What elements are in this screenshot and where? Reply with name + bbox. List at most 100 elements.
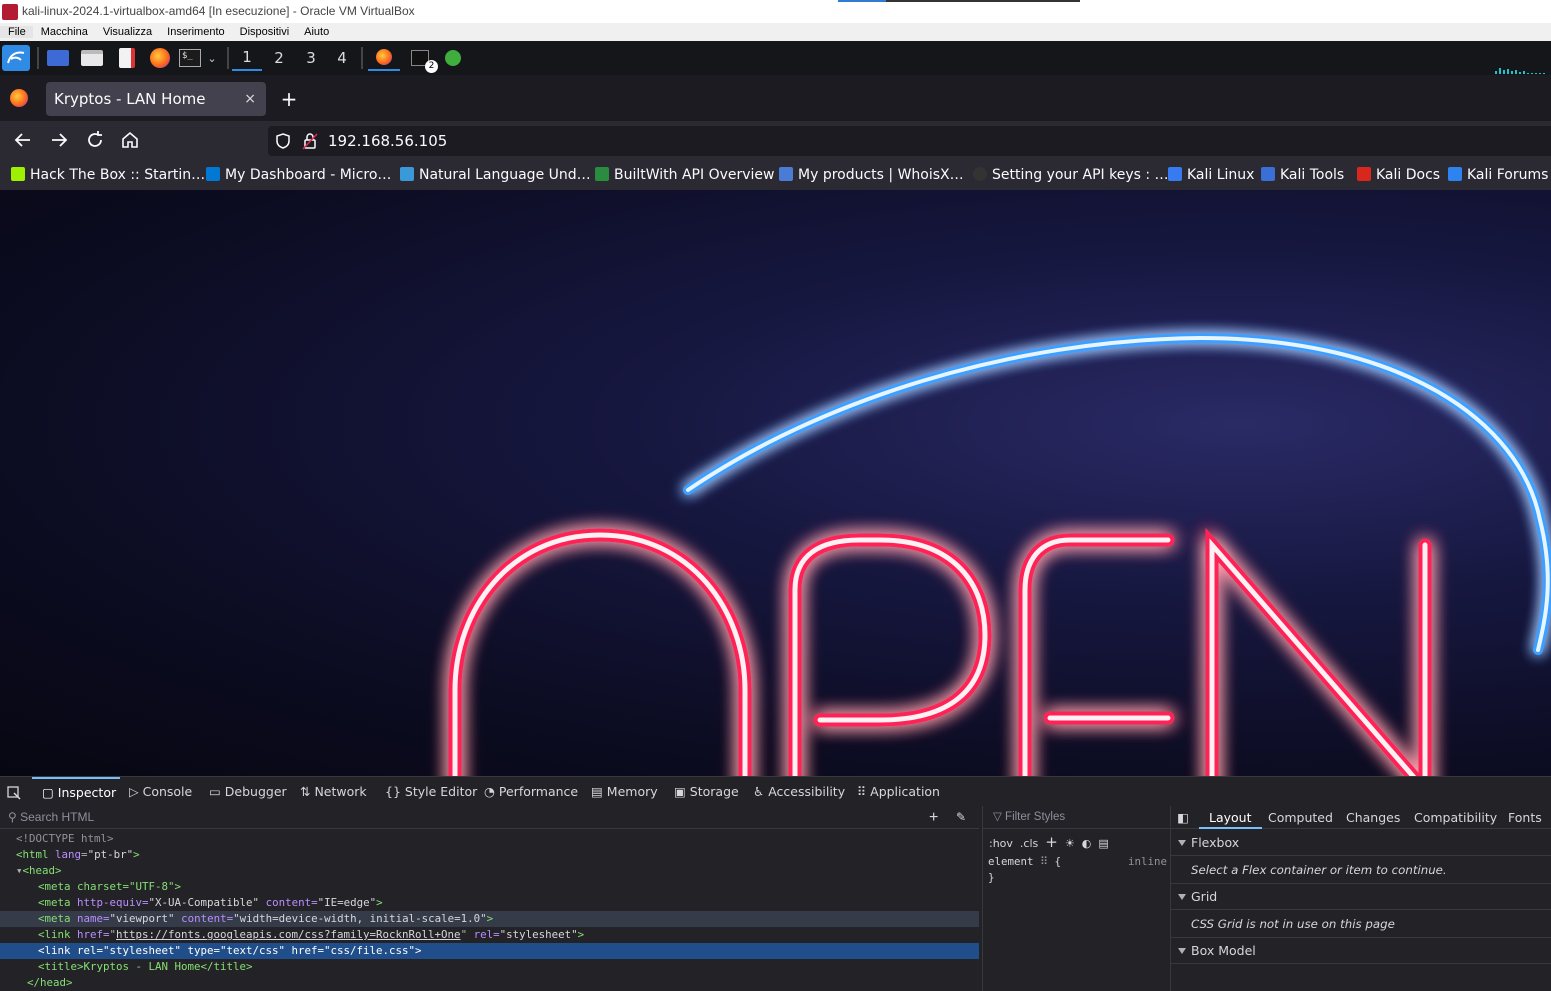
home-icon [122,131,138,148]
forward-button[interactable] [48,129,70,151]
bookmark-api-keys[interactable]: Setting your API keys : … [973,161,1169,190]
tab-debugger[interactable]: ▭ Debugger [209,777,287,807]
terminal-launcher-icon[interactable]: $_ [178,45,202,71]
new-tab-button[interactable]: + [279,85,299,113]
window-title-bar: kali-linux-2024.1-virtualbox-amd64 [In e… [0,0,1551,23]
source-line-meta-charset[interactable]: <meta charset="UTF-8"> [0,879,979,895]
source-line-html[interactable]: <html lang="pt-br"> [0,847,979,863]
source-line-link-fonts[interactable]: <link href="https://fonts.googleapis.com… [0,927,979,943]
tab-performance[interactable]: ◔ Performance [484,777,578,807]
rule-source: inline [1128,855,1168,868]
eyedropper-icon[interactable]: ✎ [956,806,966,829]
search-icon: ⚲ [8,810,21,824]
tab-accessibility[interactable]: ♿ Accessibility [753,777,845,807]
tab-style-editor[interactable]: {} Style Editor [385,777,477,807]
tab-changes[interactable]: Changes [1346,806,1400,829]
search-html-input[interactable]: Search HTML [20,810,94,824]
source-line-head[interactable]: ▾<head> [0,863,979,879]
light-theme-icon[interactable]: ☀ [1065,837,1075,850]
add-node-button[interactable]: + [929,806,938,829]
tab-fonts[interactable]: Fonts [1508,806,1542,829]
menu-aiuto[interactable]: Aiuto [296,26,336,38]
element-grip-icon: ⠿ [1040,855,1048,868]
kali-docs-icon [1357,167,1371,181]
firefox-view-icon[interactable] [10,89,28,107]
tab-compatibility[interactable]: Compatibility [1414,806,1497,829]
menu-macchina[interactable]: Macchina [33,26,95,38]
source-line-meta-viewport[interactable]: <meta name="viewport" content="width=dev… [0,911,979,927]
hov-toggle[interactable]: :hov [989,837,1013,850]
panel-separator [227,47,229,69]
tab-inspector[interactable]: ▢ Inspector [32,777,120,807]
tab-console[interactable]: ▷ Console [129,777,192,807]
source-line-title[interactable]: <title>Kryptos - LAN Home</title> [0,959,979,975]
pick-element-icon[interactable] [6,777,28,807]
tab-title: Kryptos - LAN Home [54,90,206,108]
filter-styles-input[interactable]: ▽ Filter Styles [983,806,1170,829]
grid-note: CSS Grid is not in use on this page [1171,910,1551,938]
bookmark-kali-tools[interactable]: Kali Tools [1261,161,1344,190]
chevron-down-icon[interactable]: ⌄ [204,45,220,71]
menu-file[interactable]: File [0,26,33,38]
menu-dispositivi[interactable]: Dispositivi [232,26,297,38]
page-viewport [0,190,1551,776]
home-button[interactable] [119,129,141,151]
terminal-window-icon[interactable]: 2 [405,45,438,73]
reload-button[interactable] [84,129,106,151]
disclosure-triangle-icon [1178,948,1186,954]
app-window-icon[interactable] [441,45,465,71]
flexbox-section-header[interactable]: Flexbox [1171,830,1551,856]
source-line-link-stylesheet[interactable]: <link rel="stylesheet" type="text/css" h… [0,943,979,959]
dark-theme-icon[interactable]: ◐ [1082,837,1092,850]
fonts-link[interactable]: https://fonts.googleapis.com/css?family=… [116,928,461,941]
bookmark-whoisxml[interactable]: My products | WhoisX… [779,161,964,190]
close-tab-icon[interactable]: × [244,82,256,116]
add-rule-icon[interactable]: + [1045,833,1058,851]
firefox-launcher-icon[interactable] [148,45,172,71]
workspace-1[interactable]: 1 [232,45,262,71]
reload-icon [88,131,102,147]
source-line-meta-compat[interactable]: <meta http-equiv="X-UA-Compatible" conte… [0,895,979,911]
storage-icon: ▣ [674,784,690,799]
tab-layout[interactable]: Layout [1199,806,1262,829]
insecure-lock-icon[interactable] [302,132,318,150]
source-line-head-close[interactable]: </head> [0,975,979,991]
print-media-icon[interactable]: ▤ [1098,837,1108,850]
grid-section-header[interactable]: Grid [1171,884,1551,910]
toggle-sidebar-icon[interactable]: ◧ [1177,810,1189,825]
tab-computed[interactable]: Computed [1268,806,1333,829]
workspace-4[interactable]: 4 [327,45,357,71]
url-bar[interactable]: 192.168.56.105 [268,126,1551,156]
firefox-window-icon[interactable] [368,45,400,71]
bookmark-kali-linux[interactable]: Kali Linux [1168,161,1254,190]
shield-icon[interactable] [274,132,292,150]
menu-inserimento[interactable]: Inserimento [159,26,231,38]
bookmark-kali-docs[interactable]: Kali Docs [1357,161,1440,190]
network-icon: ⇅ [300,784,315,799]
workspace-3[interactable]: 3 [296,45,326,71]
disclosure-triangle-icon [1178,840,1186,846]
bookmark-builtwith[interactable]: BuiltWith API Overview [595,161,775,190]
bookmark-nlu[interactable]: Natural Language Und… [400,161,591,190]
file-manager-icon[interactable] [80,45,104,71]
bookmark-azure-dashboard[interactable]: My Dashboard - Micro… [206,161,391,190]
kali-menu-icon[interactable] [2,45,30,71]
text-editor-icon[interactable] [115,45,139,71]
show-desktop-icon[interactable] [46,45,70,71]
tab-network[interactable]: ⇅ Network [300,777,367,807]
back-button[interactable] [12,129,34,151]
tab-kryptos[interactable]: Kryptos - LAN Home × [46,82,266,116]
tab-storage[interactable]: ▣ Storage [674,777,739,807]
workspace-2[interactable]: 2 [264,45,294,71]
tab-memory[interactable]: ▤ Memory [591,777,658,807]
bookmark-hackthebox[interactable]: Hack The Box :: Startin… [11,161,205,190]
back-arrow-icon [14,133,30,147]
tab-application[interactable]: ⠿ Application [857,777,940,807]
panel-separator [361,47,363,69]
terminal-count-badge: 2 [425,60,438,73]
menu-visualizza[interactable]: Visualizza [95,26,159,38]
cls-toggle[interactable]: .cls [1020,837,1038,850]
source-line-doctype[interactable]: <!DOCTYPE html> [0,831,979,847]
bookmark-kali-forums[interactable]: Kali Forums [1448,161,1548,190]
box-model-section-header[interactable]: Box Model [1171,938,1551,964]
